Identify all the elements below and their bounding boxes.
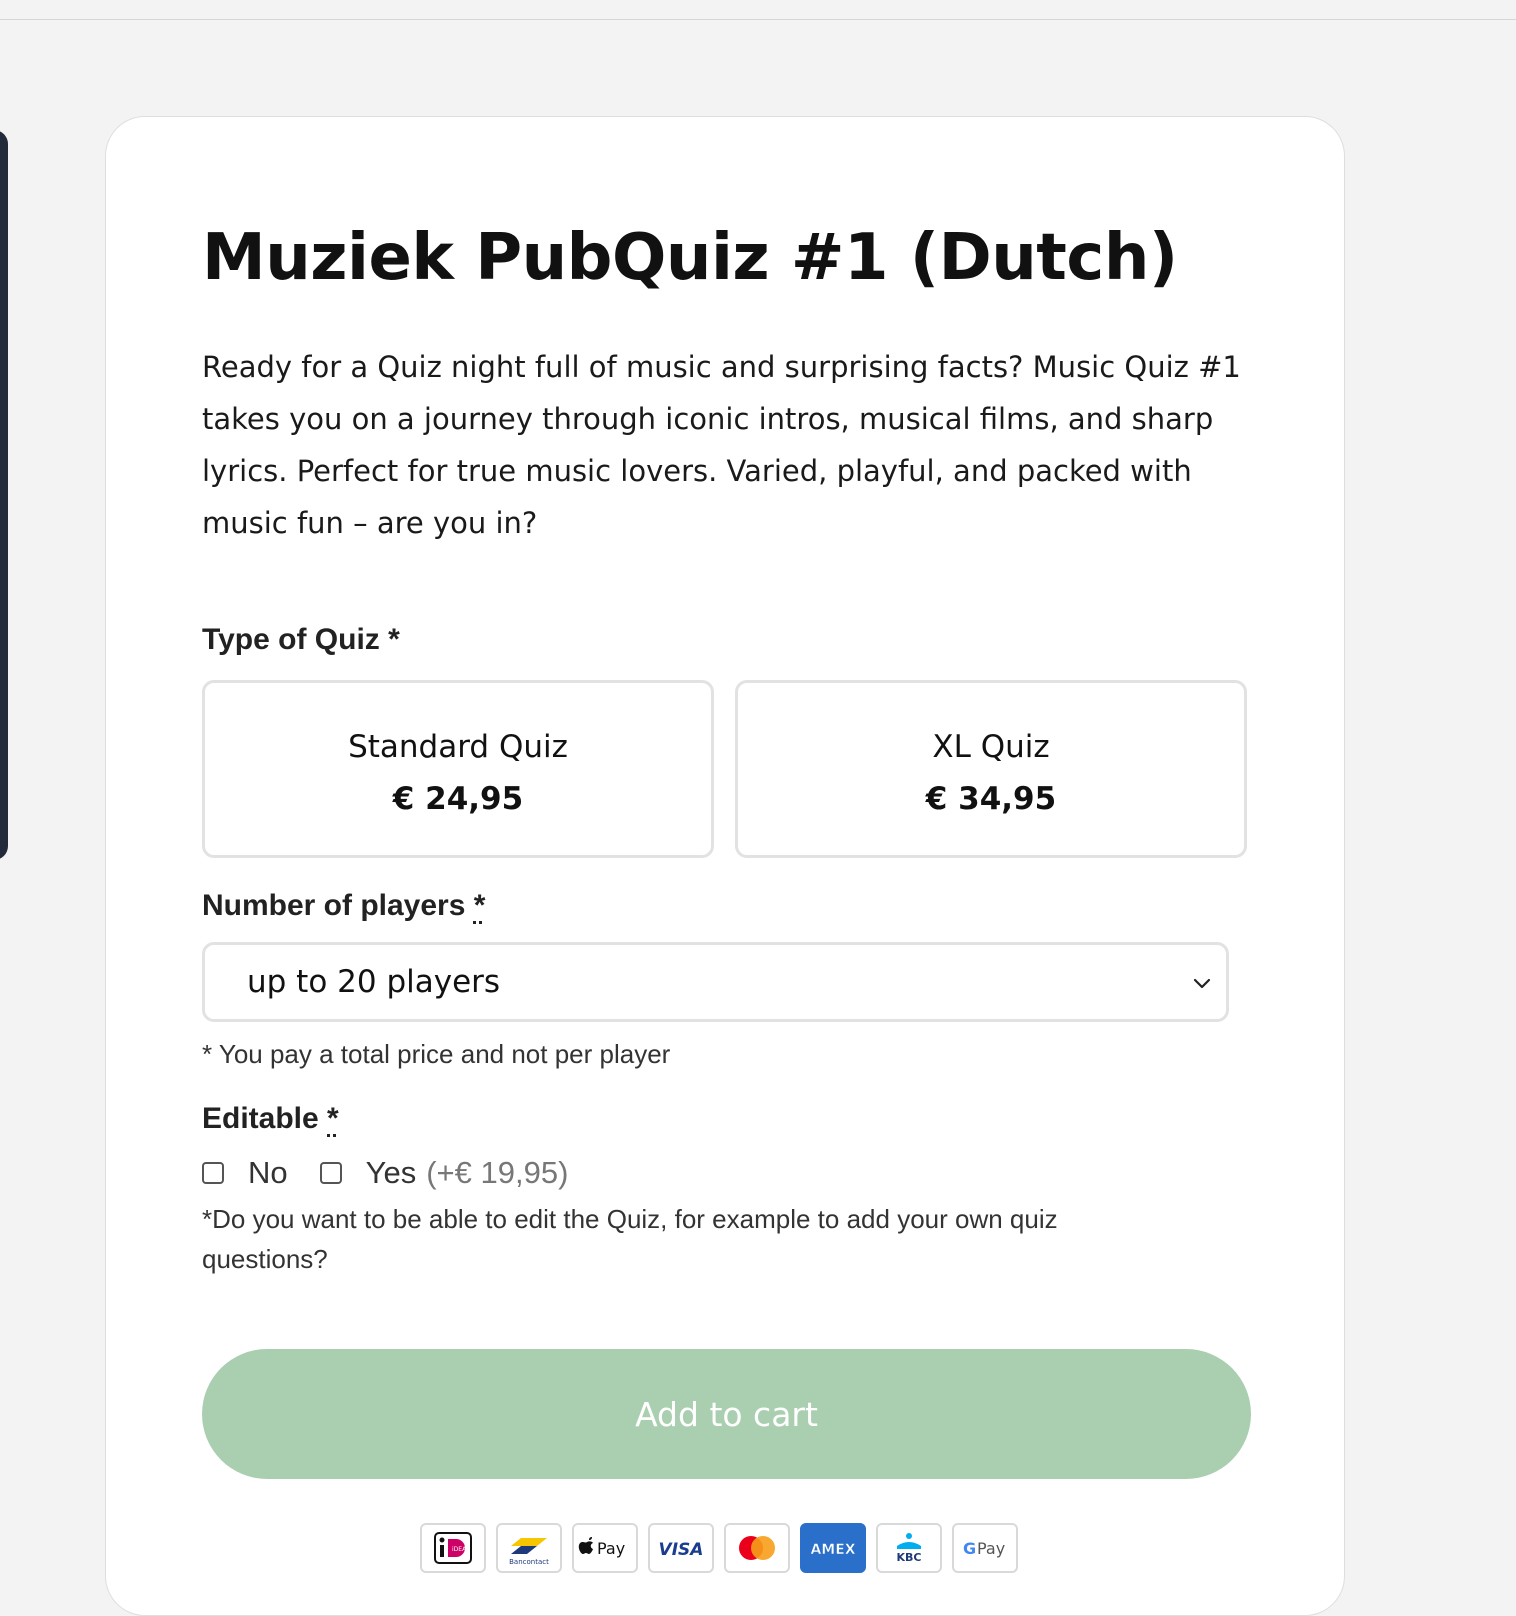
- editable-no-checkbox[interactable]: [202, 1162, 224, 1184]
- add-to-cart-button[interactable]: Add to cart: [202, 1349, 1251, 1479]
- quiz-type-label: Type of Quiz *: [202, 623, 400, 656]
- editable-label: Editable *: [202, 1102, 339, 1136]
- mastercard-icon: [724, 1523, 790, 1573]
- players-label-text: Number of players: [202, 889, 466, 922]
- apple-pay-icon: Pay: [572, 1523, 638, 1573]
- bancontact-icon: Bancontact: [496, 1523, 562, 1573]
- players-label: Number of players *: [202, 889, 485, 923]
- google-pay-icon: G Pay: [952, 1523, 1018, 1573]
- chevron-down-icon: [1193, 978, 1211, 989]
- required-mark: *: [473, 889, 486, 922]
- visa-icon: VISA: [648, 1523, 714, 1573]
- svg-text:G: G: [963, 1539, 976, 1558]
- editable-no-label[interactable]: No: [248, 1155, 288, 1191]
- players-note: * You pay a total price and not per play…: [202, 1039, 671, 1069]
- editable-label-text: Editable: [202, 1102, 319, 1135]
- editable-options: No Yes (+€ 19,95): [202, 1153, 568, 1193]
- product-form-card: Muziek PubQuiz #1 (Dutch) Ready for a Qu…: [105, 116, 1345, 1616]
- kbc-icon: KBC: [876, 1523, 942, 1573]
- svg-text:Bancontact: Bancontact: [509, 1558, 549, 1566]
- option-price: € 34,95: [925, 781, 1057, 817]
- product-image-edge: [0, 130, 8, 860]
- payment-methods: iDEAL Bancontact Pay VISA AMEX KBC G Pay: [420, 1523, 1018, 1573]
- option-xl-quiz[interactable]: XL Quiz € 34,95: [735, 680, 1247, 858]
- product-title: Muziek PubQuiz #1 (Dutch): [202, 221, 1178, 295]
- product-description: Ready for a Quiz night full of music and…: [202, 350, 1241, 540]
- option-name: XL Quiz: [932, 729, 1050, 765]
- svg-text:Pay: Pay: [977, 1539, 1005, 1558]
- ideal-icon: iDEAL: [420, 1523, 486, 1573]
- players-select[interactable]: up to 20 players: [202, 942, 1229, 1022]
- editable-yes-price: (+€ 19,95): [426, 1155, 569, 1190]
- svg-text:Pay: Pay: [597, 1539, 625, 1558]
- amex-icon: AMEX: [800, 1523, 866, 1573]
- players-selected-value: up to 20 players: [247, 964, 501, 1000]
- editable-yes-checkbox[interactable]: [319, 1162, 342, 1184]
- option-price: € 24,95: [392, 781, 524, 817]
- editable-yes-label[interactable]: Yes: [366, 1155, 417, 1191]
- svg-text:VISA: VISA: [659, 1540, 704, 1560]
- option-standard-quiz[interactable]: Standard Quiz € 24,95: [202, 680, 714, 858]
- editable-note: *Do you want to be able to edit the Quiz…: [202, 1204, 1058, 1274]
- option-name: Standard Quiz: [348, 729, 568, 765]
- browser-divider: [0, 19, 1516, 20]
- svg-text:AMEX: AMEX: [810, 1542, 855, 1558]
- svg-text:iDEAL: iDEAL: [452, 1546, 470, 1553]
- required-mark: *: [327, 1102, 339, 1135]
- svg-text:KBC: KBC: [897, 1551, 922, 1564]
